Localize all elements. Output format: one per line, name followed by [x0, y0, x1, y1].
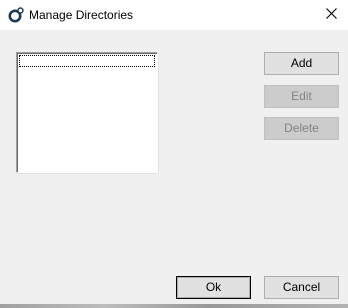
add-button[interactable]: Add — [264, 52, 339, 75]
list-focus-row[interactable] — [19, 55, 155, 67]
cancel-button[interactable]: Cancel — [264, 276, 339, 299]
close-icon — [325, 8, 337, 22]
ok-button[interactable]: Ok — [176, 276, 251, 299]
directory-list[interactable] — [16, 52, 158, 173]
window-title: Manage Directories — [29, 8, 134, 22]
manage-directories-dialog: Manage Directories Add Edit Delete Ok Ca… — [0, 0, 348, 308]
edit-button[interactable]: Edit — [264, 85, 339, 108]
app-logo-icon — [8, 7, 24, 23]
close-button[interactable] — [314, 0, 348, 30]
title-bar: Manage Directories — [0, 0, 348, 30]
dialog-body: Add Edit Delete Ok Cancel — [0, 30, 348, 308]
background-window-strip — [0, 304, 348, 308]
delete-button[interactable]: Delete — [264, 117, 339, 140]
